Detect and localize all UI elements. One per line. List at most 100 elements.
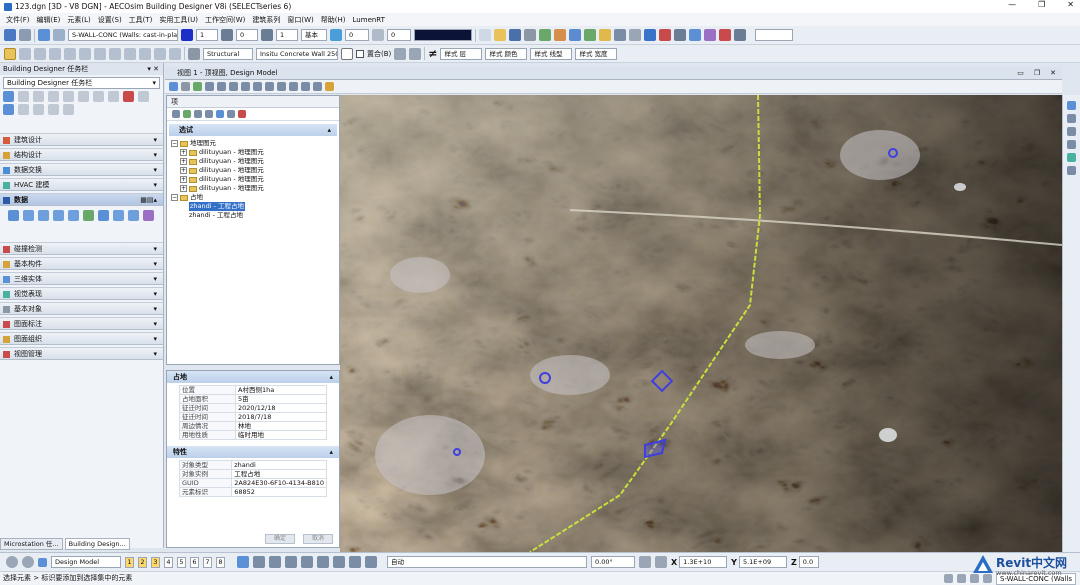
palette-icon[interactable] [719,29,731,41]
keypoint-icon[interactable] [349,556,361,568]
fence-icon[interactable] [33,91,44,102]
key-in-icon[interactable] [659,29,671,41]
rotate-view-icon[interactable] [253,82,262,91]
maximize-button[interactable]: ❐ [1038,0,1045,9]
merge-checkbox[interactable] [356,49,364,58]
task-panel-close-icon[interactable]: ▾ ✕ [147,63,159,75]
tree-node[interactable]: + dilituyuan - 地理图元 [171,157,335,166]
curve-tool-icon[interactable] [49,47,61,60]
properties-section-header[interactable]: 特性 ▴ [167,446,339,458]
menu-window[interactable]: 窗口(W) [287,15,313,25]
data-info-icon[interactable] [98,210,109,221]
zoom-in-icon[interactable] [205,82,214,91]
view-6-button[interactable]: 6 [190,556,199,568]
clip-volume-icon[interactable] [313,82,322,91]
dimension-icon[interactable] [63,104,74,115]
move-icon[interactable] [78,91,89,102]
property-value[interactable]: A村西侧1ha [235,385,327,395]
walk-icon[interactable] [1067,114,1076,123]
section-structure[interactable]: 结构设计 ▾ [0,148,163,161]
help-icon[interactable] [644,29,656,41]
display-icon[interactable] [1067,166,1076,175]
print-preview-icon[interactable] [301,556,313,568]
properties-icon[interactable] [216,110,224,118]
scale-icon[interactable] [108,91,119,102]
models-icon[interactable] [584,29,596,41]
section-basic-members[interactable]: 基本构件 ▾ [0,257,163,270]
property-value[interactable]: 临时用地 [235,430,327,440]
grid-view-icon[interactable] [194,110,202,118]
view-next-icon[interactable] [289,82,298,91]
section-basic-objects[interactable]: 基本对象 ▾ [0,302,163,315]
shape-icon[interactable] [33,104,44,115]
compass-icon[interactable] [655,556,667,568]
tab-building-designer[interactable]: Building Design... [64,538,130,550]
hand-icon[interactable] [325,82,334,91]
forward-icon[interactable] [22,556,34,568]
line-tool-icon[interactable] [19,47,31,60]
message-icon[interactable] [944,574,953,583]
measure-icon[interactable] [674,29,686,41]
ok-button[interactable]: 确定 [265,534,295,544]
menu-building[interactable]: 建筑系列 [252,15,280,25]
property-value[interactable]: 2020/12/18 [235,403,327,413]
navigate-icon[interactable] [1067,101,1076,110]
menu-utilities[interactable]: 实用工具(U) [159,15,198,25]
property-value[interactable]: 5亩 [235,394,327,404]
view-minimize-button[interactable]: ▭ [1017,67,1024,80]
z-field[interactable]: 0.0 [798,556,819,568]
view-8-button[interactable]: 8 [216,556,225,568]
data-table-icon[interactable] [8,210,19,221]
level-combo[interactable]: 1 [196,29,218,41]
snap-icon[interactable] [614,29,626,41]
undo-icon[interactable] [53,29,65,41]
color-swatch-bar[interactable] [414,29,472,41]
view-attributes-combo[interactable] [755,29,793,41]
update-view-icon[interactable] [193,82,202,91]
expand-icon[interactable]: + [180,176,187,183]
display-style-icon[interactable] [181,82,190,91]
circle-tool-icon[interactable] [94,47,106,60]
wall-join-icon[interactable] [109,47,121,60]
view-previous-icon[interactable] [277,82,286,91]
menu-edit[interactable]: 编辑(E) [37,15,61,25]
section-clash[interactable]: 碰撞检测 ▾ [0,242,163,255]
priority-combo[interactable]: 0 [387,29,411,41]
line-icon[interactable] [18,104,29,115]
section-data[interactable]: 数据 ▦▤▴ [0,193,163,206]
style-level-combo[interactable]: 样式 层 [440,47,483,60]
pin-icon[interactable] [238,110,246,118]
select-arrow-icon[interactable] [4,29,16,41]
tree-node[interactable]: + dilituyuan - 地理图元 [171,175,335,184]
fit-view-icon[interactable] [241,82,250,91]
menu-lumenrt[interactable]: LumenRT [353,16,385,24]
layers-icon[interactable] [599,29,611,41]
section-visualization[interactable]: 视觉表现 ▾ [0,287,163,300]
data-sync-icon[interactable] [83,210,94,221]
expand-icon[interactable]: + [180,149,187,156]
wall-flip-icon[interactable] [124,47,136,60]
section-data-exchange[interactable]: 数据交换 ▾ [0,163,163,176]
grid-lock-icon[interactable] [269,556,281,568]
lock-icon[interactable] [957,574,966,583]
style-combo[interactable]: 基本 [301,29,327,41]
axis-lock-icon[interactable] [285,556,297,568]
collapse-icon[interactable]: − [171,194,178,201]
wall-offset-icon[interactable] [139,47,151,60]
transparency-combo[interactable]: 0 [345,29,369,41]
play-icon[interactable] [38,29,50,41]
view-5-button[interactable]: 5 [177,556,186,568]
new-file-icon[interactable] [479,29,491,41]
wall-split-icon[interactable] [154,47,166,60]
zoom-out-icon[interactable] [217,82,226,91]
section-architecture[interactable]: 建筑设计 ▾ [0,133,163,146]
properties-icon[interactable] [341,47,353,60]
mirror-icon[interactable] [138,91,149,102]
render-icon[interactable] [689,29,701,41]
close-button[interactable]: ✕ [1067,0,1074,9]
data-link-icon[interactable] [143,210,154,221]
wall-type-combo[interactable]: S-WALL-CONC (Walls: cast-in-place c [68,29,178,41]
view-2-button[interactable]: 2 [138,556,147,568]
rotate-icon[interactable] [93,91,104,102]
expand-icon[interactable]: + [180,167,187,174]
